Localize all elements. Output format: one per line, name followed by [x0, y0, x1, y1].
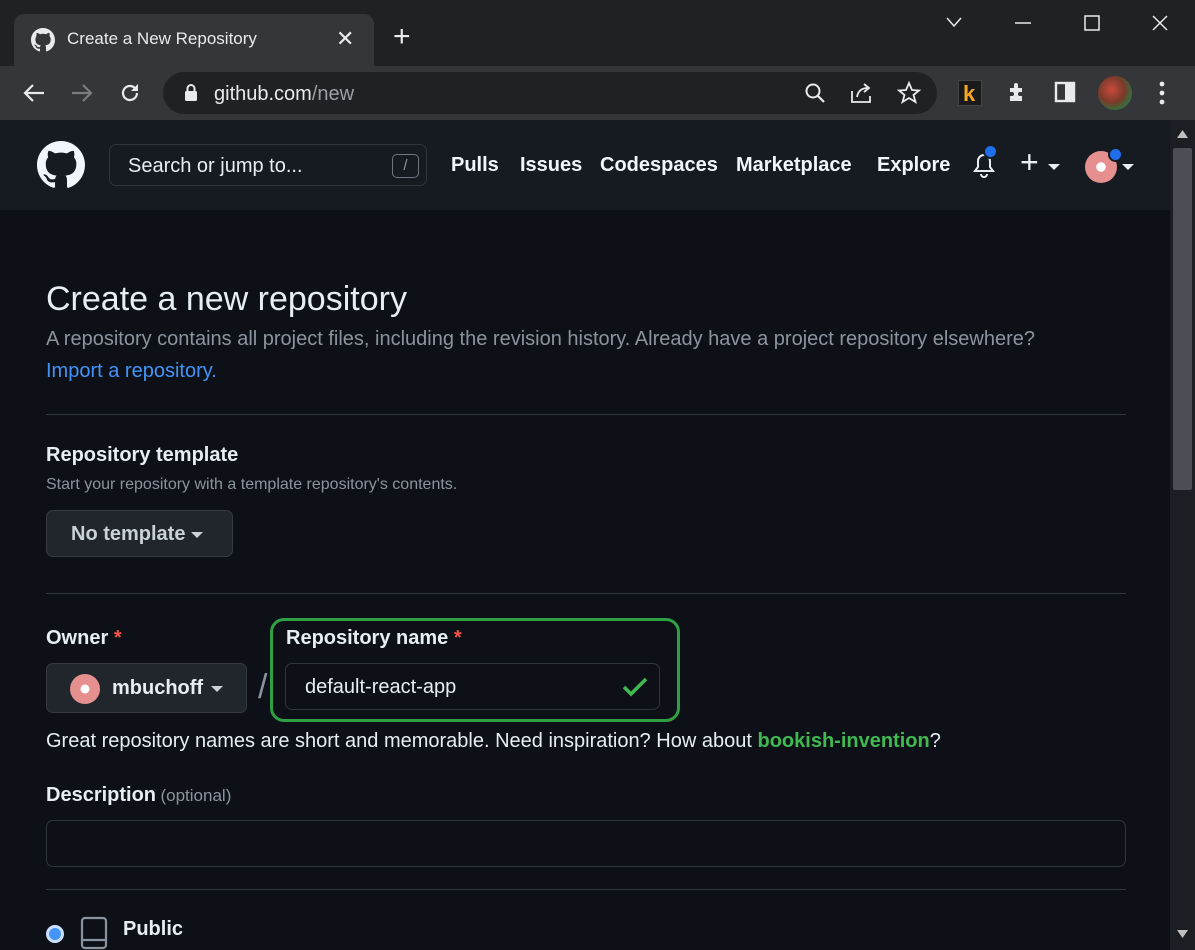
divider [46, 889, 1126, 890]
description-input[interactable] [46, 820, 1126, 867]
owner-label-text: Owner [46, 627, 109, 649]
nav-marketplace[interactable]: Marketplace [736, 154, 852, 177]
repo-name-required-mark: * [453, 627, 462, 649]
owner-avatar [70, 674, 100, 704]
valid-check-icon [622, 677, 648, 697]
template-select-button[interactable]: No template [46, 510, 233, 557]
page-subtitle: A repository contains all project files,… [46, 328, 1036, 350]
nav-pulls[interactable]: Pulls [451, 154, 499, 177]
notification-dot [983, 144, 998, 159]
repo-name-label-text: Repository name [286, 627, 449, 649]
create-new-caret-icon[interactable] [1048, 164, 1060, 170]
url-path: /new [311, 83, 355, 105]
side-panel-icon[interactable] [1054, 81, 1076, 103]
url-host: github.com [214, 83, 312, 105]
extension-k-icon[interactable]: k [958, 80, 982, 106]
search-input[interactable]: Search or jump to... / [109, 144, 427, 186]
repo-name-hint-text: Great repository names are short and mem… [46, 730, 758, 752]
browser-profile-avatar[interactable] [1098, 76, 1132, 110]
public-radio[interactable] [46, 925, 64, 943]
browser-tab-title: Create a New Repository [67, 29, 257, 48]
tab-close-icon[interactable]: ✕ [336, 26, 354, 52]
nav-explore[interactable]: Explore [877, 154, 950, 177]
name-suggestion-link[interactable]: bookish-invention [757, 730, 929, 752]
search-placeholder: Search or jump to... [128, 155, 303, 177]
browser-toolbar: github.com/new k [0, 66, 1195, 120]
user-menu-caret-icon[interactable] [1122, 164, 1134, 170]
window-close-icon[interactable] [1152, 15, 1168, 31]
browser-tab-bar: Create a New Repository ✕ + [0, 0, 1195, 66]
nav-issues[interactable]: Issues [520, 154, 582, 177]
public-label: Public [123, 918, 184, 940]
owner-repo-separator: / [258, 668, 268, 706]
github-page: Search or jump to... / Pulls Issues Code… [0, 120, 1170, 950]
url-text[interactable]: github.com/new [214, 83, 354, 106]
browser-tab[interactable]: Create a New Repository ✕ [14, 14, 374, 66]
template-label: Repository template [46, 444, 239, 466]
create-new-plus-icon[interactable]: + [1020, 146, 1039, 178]
avatar-status-dot [1108, 147, 1123, 162]
maximize-icon[interactable] [1084, 15, 1100, 31]
repo-name-value: default-react-app [305, 676, 457, 698]
repo-book-icon [80, 916, 108, 950]
lock-icon[interactable] [183, 83, 199, 103]
minimize-icon[interactable] [1015, 22, 1031, 24]
zoom-search-icon[interactable] [804, 82, 826, 104]
reload-icon[interactable] [118, 81, 142, 105]
nav-codespaces[interactable]: Codespaces [600, 154, 718, 177]
github-header: Search or jump to... / Pulls Issues Code… [0, 120, 1170, 210]
scrollbar-thumb[interactable] [1173, 148, 1192, 490]
template-caret-icon [191, 531, 204, 538]
description-label: Description (optional) [46, 784, 231, 807]
github-logo-icon[interactable] [37, 141, 85, 189]
owner-label: Owner * [46, 627, 122, 650]
owner-required-mark: * [113, 627, 122, 649]
repo-name-label: Repository name * [286, 627, 462, 650]
owner-select-button[interactable]: mbuchoff [46, 663, 247, 713]
description-label-text: Description [46, 784, 157, 806]
import-repository-link[interactable]: Import a repository. [46, 360, 217, 383]
repo-name-hint-suffix: ? [929, 730, 941, 752]
owner-value: mbuchoff [112, 677, 204, 699]
extension-k-label: k [963, 81, 976, 106]
template-select-label: No template [71, 523, 186, 545]
divider [46, 414, 1126, 415]
address-bar[interactable]: github.com/new [163, 72, 937, 114]
repo-name-input[interactable]: default-react-app [285, 663, 660, 710]
divider [46, 593, 1126, 594]
browser-menu-icon[interactable] [1158, 80, 1166, 106]
description-optional: (optional) [160, 786, 232, 805]
share-icon[interactable] [849, 81, 875, 105]
search-shortcut-key: / [392, 154, 419, 178]
bookmark-star-icon[interactable] [897, 81, 921, 105]
new-tab-button[interactable]: + [393, 22, 411, 52]
tab-search-chevron-icon[interactable] [946, 16, 962, 28]
scroll-down-icon[interactable] [1177, 930, 1188, 938]
template-hint: Start your repository with a template re… [46, 476, 458, 493]
extensions-puzzle-icon[interactable] [1006, 80, 1030, 104]
repo-name-hint: Great repository names are short and mem… [46, 730, 941, 753]
scroll-up-icon[interactable] [1177, 130, 1188, 138]
page-title: Create a new repository [46, 280, 407, 318]
back-icon[interactable] [22, 81, 46, 105]
forward-icon[interactable] [70, 81, 94, 105]
github-favicon-icon [31, 28, 55, 52]
owner-caret-icon [211, 686, 223, 692]
